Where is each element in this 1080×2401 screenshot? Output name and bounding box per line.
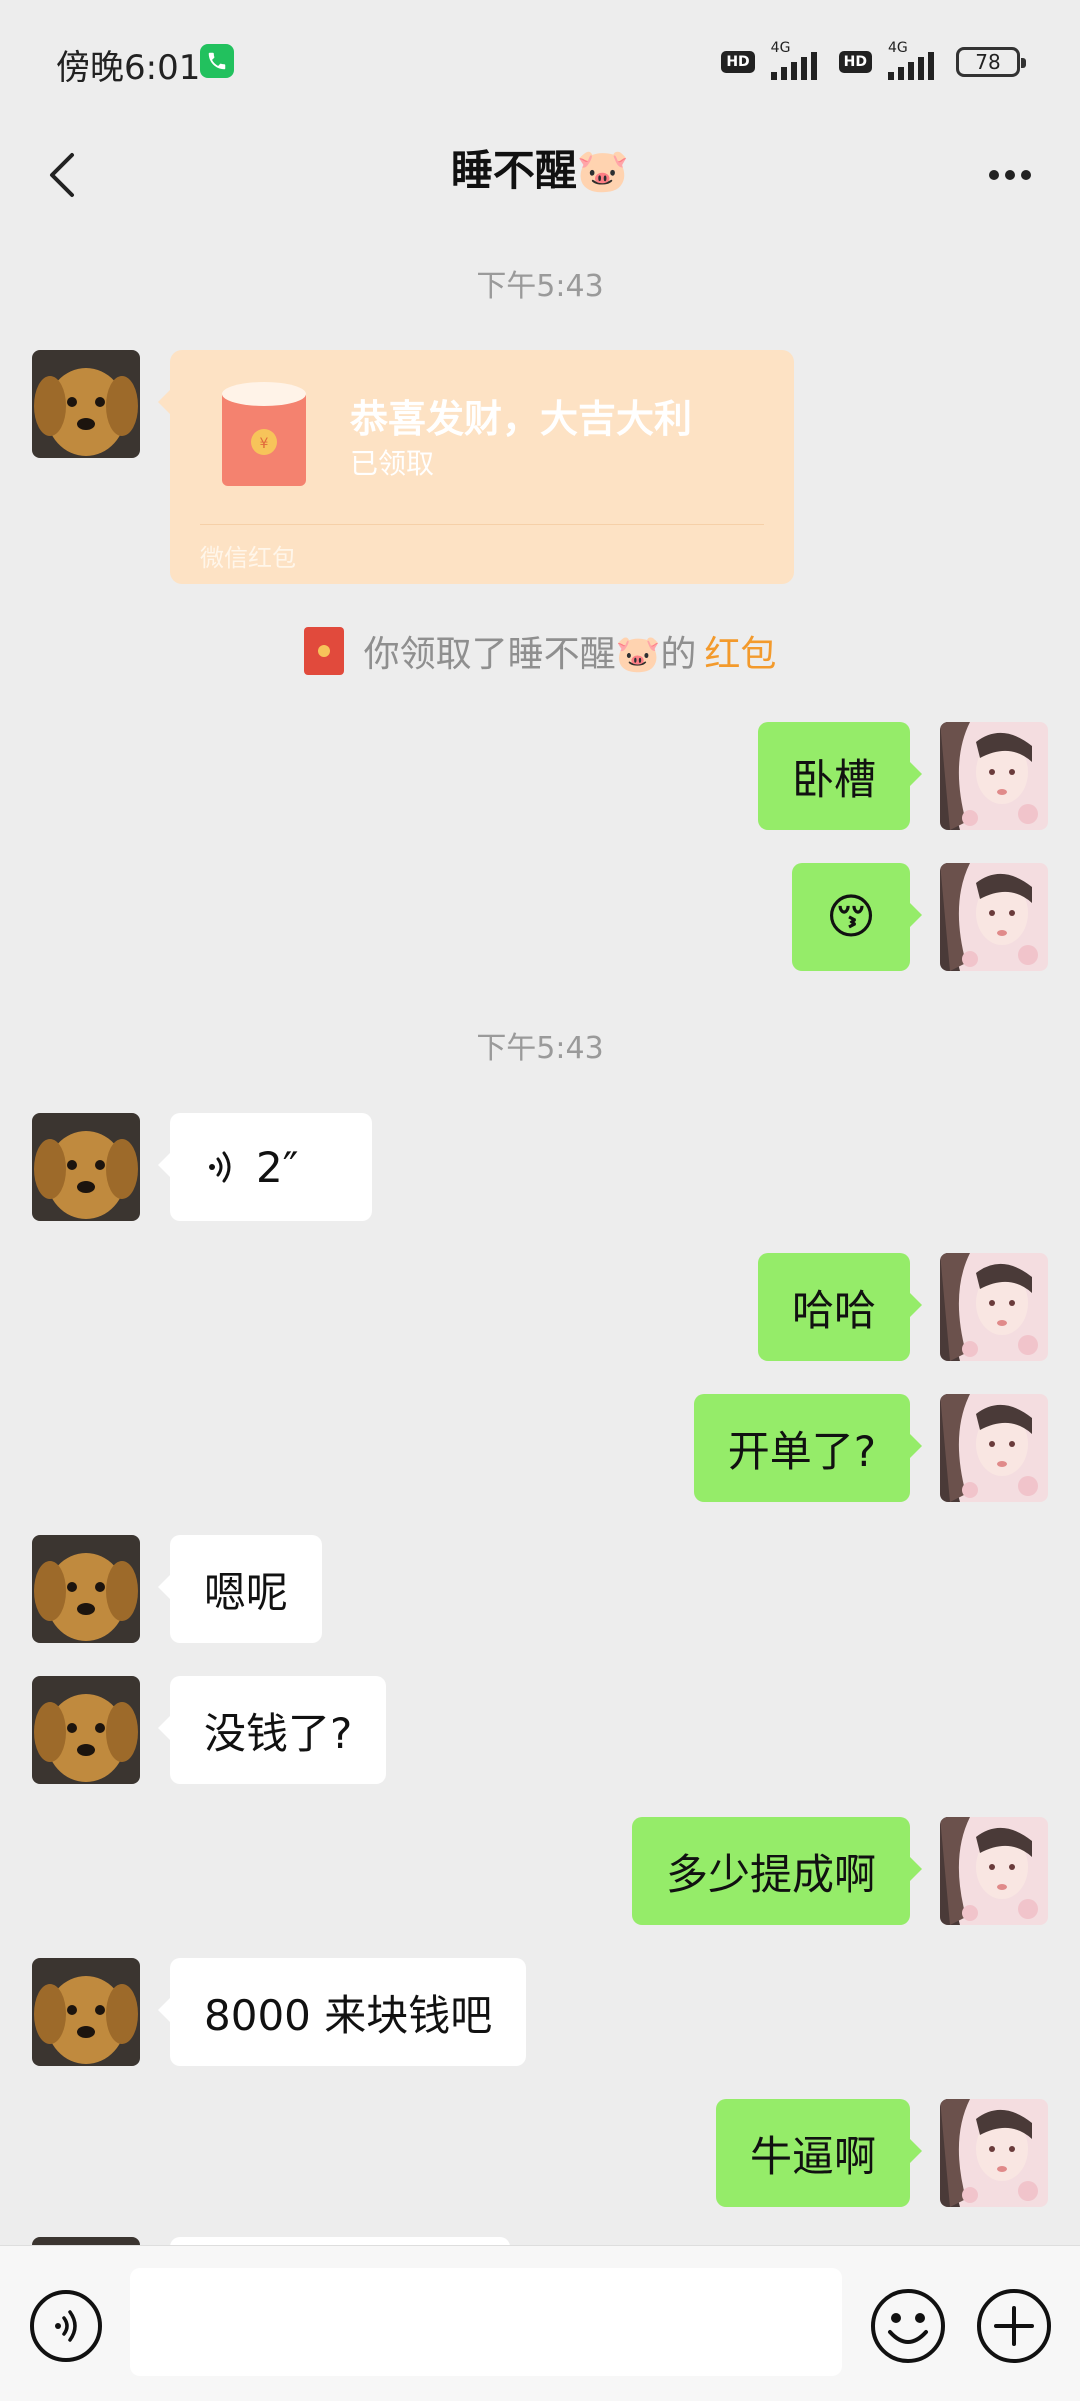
signal-icon: 4G: [882, 40, 946, 80]
timestamp: 下午5:43: [476, 269, 604, 304]
svg-text:¥: ¥: [260, 436, 269, 452]
message-bubble-outgoing[interactable]: 开单了?: [693, 1394, 923, 1502]
more-button[interactable]: [970, 135, 1050, 215]
status-indicators: HD 4G HD 4G 78: [721, 40, 1026, 84]
battery-icon: 78: [956, 47, 1026, 77]
kissing-emoji: 😚: [825, 889, 876, 945]
message-bubble-outgoing[interactable]: 卧槽: [757, 722, 923, 830]
hd-badge: HD: [838, 51, 872, 73]
avatar[interactable]: [940, 1253, 1048, 1361]
message-bubble-incoming[interactable]: [170, 2237, 510, 2245]
emoji-icon: [871, 2289, 945, 2363]
timestamp: 下午5:43: [476, 1031, 604, 1066]
red-packet-message[interactable]: ¥ 恭喜发财，大吉大利 已领取 微信红包: [158, 350, 794, 584]
more-icon: [989, 170, 1031, 180]
message-input[interactable]: [130, 2268, 842, 2376]
message-bubble-incoming[interactable]: 8000 来块钱吧: [157, 1958, 527, 2066]
signal-icon: 4G: [765, 40, 829, 80]
avatar[interactable]: [940, 863, 1048, 971]
phone-icon: [200, 44, 234, 78]
system-message: 你领取了睡不醒🐷的 红包: [0, 625, 1080, 677]
avatar[interactable]: [940, 1817, 1048, 1925]
avatar[interactable]: [32, 1958, 140, 2066]
status-bar: 傍晚6:01 HD 4G HD 4G 78: [0, 0, 1080, 125]
red-packet-status: 已领取: [350, 447, 435, 480]
red-packet-link[interactable]: 红包: [704, 625, 776, 677]
message-bubble-incoming[interactable]: 没钱了?: [157, 1676, 387, 1784]
message-bubble-outgoing[interactable]: 哈哈: [757, 1253, 923, 1361]
red-packet-footer: 微信红包: [200, 544, 296, 572]
voice-icon: [30, 2290, 102, 2362]
avatar[interactable]: [32, 1676, 140, 1784]
voice-duration: 2″: [256, 1142, 299, 1192]
avatar[interactable]: [32, 1535, 140, 1643]
message-bubble-outgoing[interactable]: 多少提成啊: [631, 1817, 923, 1925]
status-time: 傍晚6:01: [56, 48, 201, 88]
plus-button[interactable]: [974, 2286, 1054, 2366]
system-message-text: 你领取了睡不醒🐷的: [363, 634, 697, 675]
avatar[interactable]: [32, 2237, 140, 2245]
voice-icon: [209, 1151, 231, 1183]
message-bubble-outgoing[interactable]: 😚: [791, 863, 923, 971]
voice-input-button[interactable]: [28, 2288, 104, 2364]
avatar[interactable]: [940, 1394, 1048, 1502]
avatar[interactable]: [32, 350, 140, 458]
message-bubble-incoming[interactable]: 嗯呢: [157, 1535, 323, 1643]
plus-icon: [977, 2289, 1051, 2363]
hd-badge: HD: [721, 51, 755, 73]
nav-bar: 睡不醒🐷: [0, 125, 1080, 225]
red-packet-icon: [303, 627, 344, 675]
avatar[interactable]: [32, 1113, 140, 1221]
emoji-button[interactable]: [868, 2286, 948, 2366]
chat-title: 睡不醒🐷: [450, 146, 630, 195]
divider: [200, 524, 764, 525]
avatar[interactable]: [940, 722, 1048, 830]
message-bubble-outgoing[interactable]: 牛逼啊: [715, 2099, 923, 2207]
voice-message-bubble[interactable]: 2″: [158, 1113, 372, 1221]
chat-area[interactable]: 下午5:43 ¥ 恭喜发财，大吉大利 已领取 微信红包 你领取了睡不醒🐷的 红包 …: [0, 225, 1080, 2245]
input-bar: [0, 2245, 1080, 2401]
avatar[interactable]: [940, 2099, 1048, 2207]
red-packet-title: 恭喜发财，大吉大利: [350, 397, 693, 441]
red-packet-icon: ¥: [220, 380, 308, 488]
